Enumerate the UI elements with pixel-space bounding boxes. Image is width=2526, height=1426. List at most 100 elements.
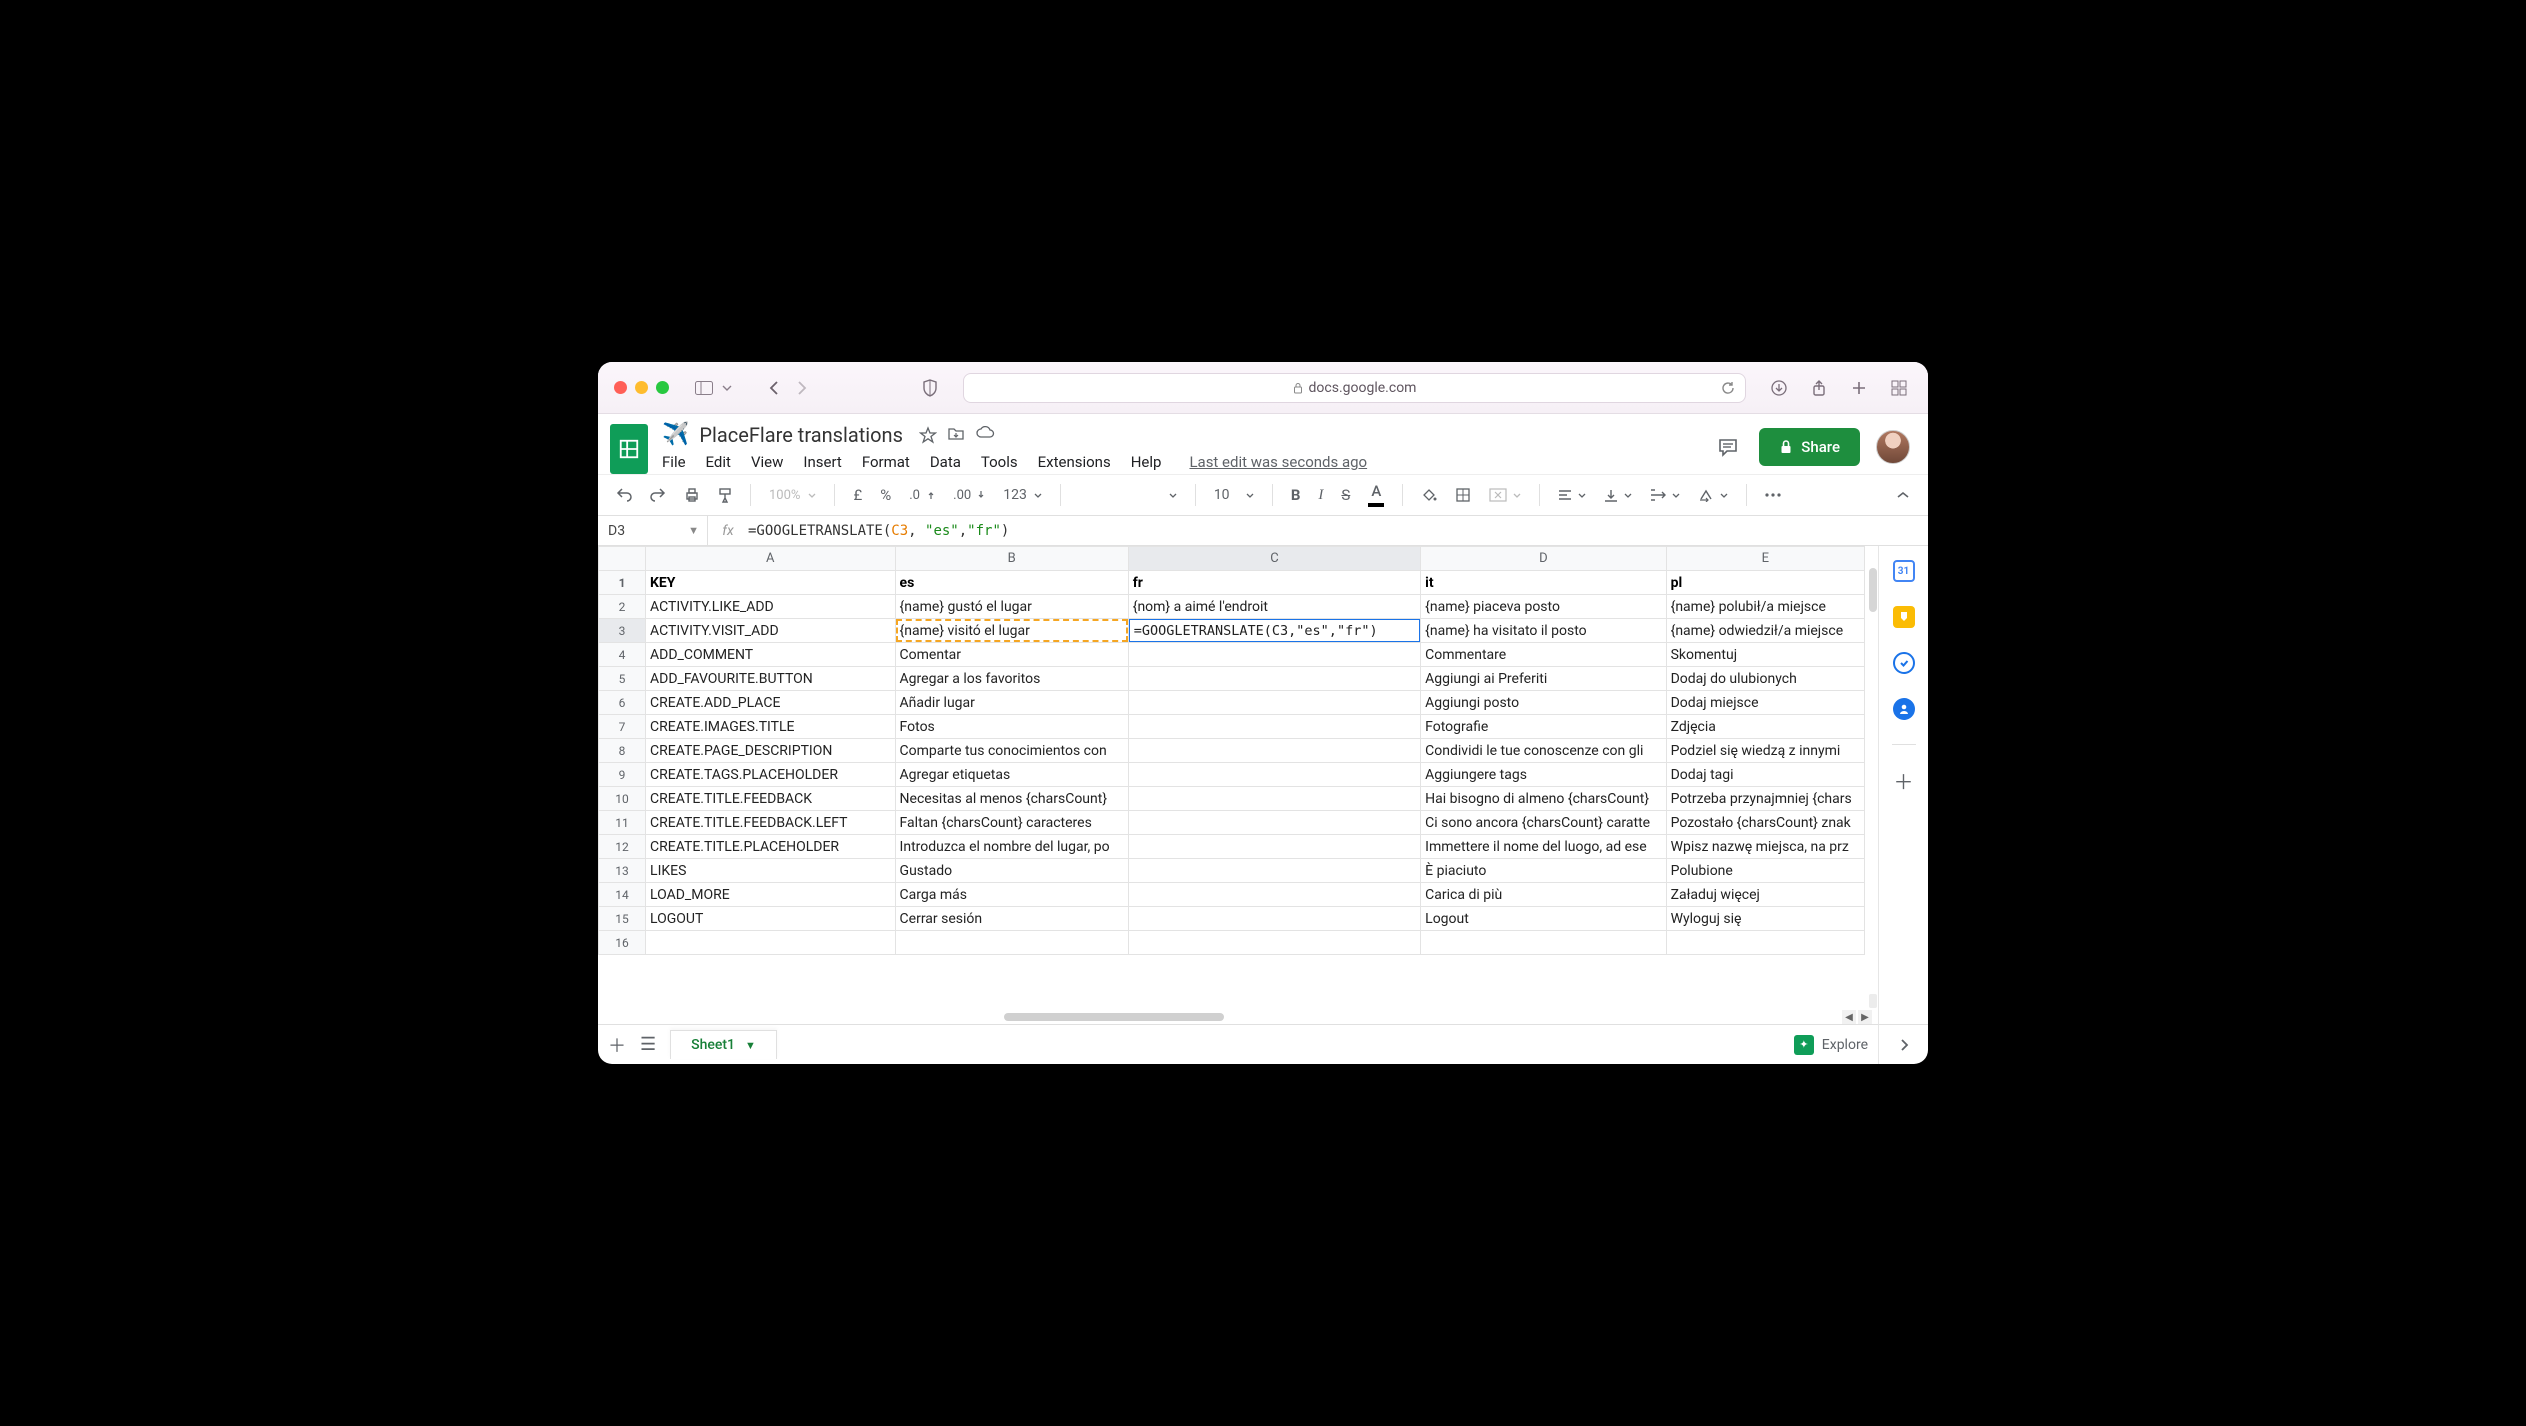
bold-button[interactable]: B	[1285, 482, 1307, 508]
cell[interactable]: pl	[1666, 571, 1864, 595]
cell[interactable]	[895, 931, 1128, 955]
cell[interactable]: È piaciuto	[1421, 859, 1666, 883]
name-box[interactable]: D3 ▼	[598, 516, 708, 545]
row-header[interactable]: 13	[599, 859, 646, 883]
cell[interactable]: Comparte tus conocimientos con	[895, 739, 1128, 763]
cell[interactable]	[1421, 931, 1666, 955]
undo-button[interactable]	[610, 484, 638, 506]
cell[interactable]	[646, 931, 896, 955]
cell[interactable]: Aggiungere tags	[1421, 763, 1666, 787]
cell[interactable]	[1128, 787, 1420, 811]
sidebar-dropdown-icon[interactable]	[719, 375, 735, 401]
share-button[interactable]: Share	[1759, 428, 1860, 466]
cell[interactable]: CREATE.TITLE.FEEDBACK	[646, 787, 896, 811]
cell[interactable]: Cerrar sesión	[895, 907, 1128, 931]
merge-cells-button[interactable]	[1483, 484, 1527, 506]
cell[interactable]: {name} odwiedził/a miejsce	[1666, 619, 1864, 643]
menu-insert[interactable]: Insert	[803, 453, 841, 471]
cell[interactable]	[1666, 931, 1864, 955]
cell[interactable]: KEY	[646, 571, 896, 595]
cell[interactable]: Logout	[1421, 907, 1666, 931]
paint-format-button[interactable]	[712, 483, 738, 507]
cell[interactable]	[1128, 643, 1420, 667]
cell[interactable]: {name} polubił/a miejsce	[1666, 595, 1864, 619]
cell[interactable]	[1128, 859, 1420, 883]
menu-format[interactable]: Format	[862, 453, 910, 471]
cell[interactable]: LOGOUT	[646, 907, 896, 931]
row-header[interactable]: 10	[599, 787, 646, 811]
cell[interactable]: Fotografie	[1421, 715, 1666, 739]
col-header-c[interactable]: C	[1128, 547, 1420, 571]
col-header-d[interactable]: D	[1421, 547, 1666, 571]
new-tab-icon[interactable]	[1846, 375, 1872, 401]
doc-title[interactable]: PlaceFlare translations	[699, 423, 903, 447]
cell[interactable]: Dodaj miejsce	[1666, 691, 1864, 715]
cell[interactable]: Carica di più	[1421, 883, 1666, 907]
print-button[interactable]	[678, 483, 706, 507]
font-size-select[interactable]: 10	[1208, 483, 1260, 507]
strikethrough-button[interactable]: S	[1335, 482, 1356, 508]
col-header-a[interactable]: A	[646, 547, 896, 571]
cell[interactable]: CREATE.ADD_PLACE	[646, 691, 896, 715]
cell[interactable]: Condividi le tue conoscenze con gli	[1421, 739, 1666, 763]
address-bar[interactable]: docs.google.com	[963, 373, 1746, 403]
row-header[interactable]: 9	[599, 763, 646, 787]
menu-file[interactable]: File	[662, 453, 686, 471]
sidebar-toggle-icon[interactable]	[691, 375, 717, 401]
cell[interactable]	[1128, 907, 1420, 931]
row-header[interactable]: 5	[599, 667, 646, 691]
row-header[interactable]: 15	[599, 907, 646, 931]
menu-data[interactable]: Data	[930, 453, 961, 471]
decrease-decimal-button[interactable]: .0	[903, 484, 941, 507]
back-button[interactable]	[761, 375, 787, 401]
cell[interactable]: Polubione	[1666, 859, 1864, 883]
more-tools-button[interactable]	[1759, 489, 1787, 501]
horizontal-align-button[interactable]	[1552, 485, 1592, 505]
cell[interactable]: Dodaj do ulubionych	[1666, 667, 1864, 691]
row-header[interactable]: 16	[599, 931, 646, 955]
move-icon[interactable]	[947, 426, 965, 444]
increase-decimal-button[interactable]: .00	[947, 484, 991, 507]
cell[interactable]: Fotos	[895, 715, 1128, 739]
row-header[interactable]: 1	[599, 571, 646, 595]
cell[interactable]: CREATE.IMAGES.TITLE	[646, 715, 896, 739]
add-sheet-button[interactable]: ＋	[608, 1032, 626, 1058]
select-all-corner[interactable]	[599, 547, 646, 571]
cell[interactable]: Necesitas al menos {charsCount}	[895, 787, 1128, 811]
cell[interactable]	[1128, 931, 1420, 955]
row-header[interactable]: 2	[599, 595, 646, 619]
cell[interactable]: Dodaj tagi	[1666, 763, 1864, 787]
cell[interactable]	[1128, 811, 1420, 835]
row-header[interactable]: 6	[599, 691, 646, 715]
cell[interactable]: Skomentuj	[1666, 643, 1864, 667]
tasks-addon-icon[interactable]	[1893, 652, 1915, 674]
cell[interactable]: Potrzeba przynajmniej {chars	[1666, 787, 1864, 811]
sheet-tab-1[interactable]: Sheet1 ▼	[670, 1030, 777, 1059]
keep-addon-icon[interactable]	[1893, 606, 1915, 628]
cell[interactable]: Zdjęcia	[1666, 715, 1864, 739]
cell[interactable]: Aggiungi posto	[1421, 691, 1666, 715]
formula-input[interactable]: =GOOGLETRANSLATE(C3, "es","fr")	[748, 523, 1928, 539]
reload-icon[interactable]	[1721, 381, 1735, 395]
cell[interactable]: Agregar etiquetas	[895, 763, 1128, 787]
cell[interactable]: ADD_COMMENT	[646, 643, 896, 667]
star-icon[interactable]	[919, 426, 937, 444]
cell[interactable]: Ci sono ancora {charsCount} caratte	[1421, 811, 1666, 835]
cell-editor[interactable]: =GOOGLETRANSLATE(C3, "es","fr")	[1128, 619, 1420, 643]
cell[interactable]	[1128, 691, 1420, 715]
cell[interactable]: Wpisz nazwę miejsca, na prz	[1666, 835, 1864, 859]
vertical-align-button[interactable]	[1598, 484, 1638, 506]
cell[interactable]: fr	[1128, 571, 1420, 595]
cell[interactable]: es	[895, 571, 1128, 595]
collapse-toolbar-button[interactable]	[1890, 487, 1916, 503]
text-rotation-button[interactable]	[1692, 484, 1734, 506]
col-header-b[interactable]: B	[895, 547, 1128, 571]
cell[interactable]: Załaduj więcej	[1666, 883, 1864, 907]
horizontal-scrollbar[interactable]: ◀ ▶	[644, 1010, 1878, 1024]
cell[interactable]: CREATE.TITLE.PLACEHOLDER	[646, 835, 896, 859]
get-addons-icon[interactable]: ＋	[1893, 769, 1915, 791]
menu-view[interactable]: View	[751, 453, 783, 471]
cell[interactable]: {name} gustó el lugar	[895, 595, 1128, 619]
borders-button[interactable]	[1449, 483, 1477, 507]
chevron-down-icon[interactable]: ▼	[745, 1039, 756, 1052]
